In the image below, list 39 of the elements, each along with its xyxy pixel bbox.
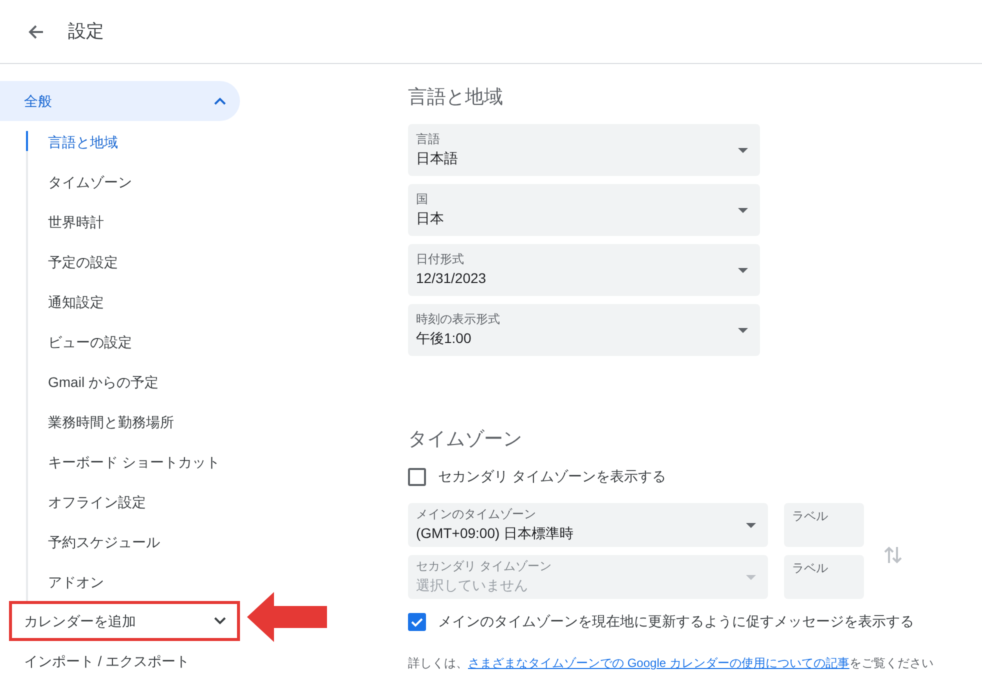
select-field[interactable]: メインのタイムゾーン (GMT+09:00) 日本標準時	[408, 503, 768, 547]
dropdown-arrow-icon	[738, 148, 748, 152]
sidebar-subitem[interactable]: オフライン設定	[26, 481, 240, 521]
help-link[interactable]: さまざまなタイムゾーンでの Google カレンダーの使用についての記事	[468, 656, 850, 670]
sidebar-subitem[interactable]: 予定の設定	[26, 241, 240, 281]
sidebar-subitem[interactable]: 予約スケジュール	[26, 521, 240, 561]
sidebar-subitem[interactable]: 世界時計	[26, 201, 240, 241]
sidebar-item[interactable]: インポート / エクスポート	[0, 641, 240, 681]
select-field[interactable]: 時刻の表示形式 午後1:00	[408, 304, 760, 356]
checkbox[interactable]	[408, 612, 426, 630]
page-title: 設定	[68, 20, 104, 43]
chevron-up-icon	[214, 97, 226, 105]
sidebar-subitem[interactable]: キーボード ショートカット	[26, 441, 240, 481]
dropdown-arrow-icon	[738, 268, 748, 272]
checkbox[interactable]	[408, 468, 426, 486]
sidebar-subitem[interactable]: ビューの設定	[26, 321, 240, 361]
checkbox-label: セカンダリ タイムゾーンを表示する	[438, 467, 666, 486]
sidebar-subitem[interactable]: 通知設定	[26, 281, 240, 321]
sidebar-subitem[interactable]: タイムゾーン	[26, 161, 240, 201]
select-field[interactable]: 日付形式 12/31/2023	[408, 244, 760, 296]
dropdown-arrow-icon	[746, 574, 756, 580]
sidebar-item[interactable]: 全般	[0, 81, 240, 121]
back-arrow-icon	[28, 24, 44, 40]
select-field: セカンダリ タイムゾーン 選択していません	[408, 555, 768, 599]
sidebar-subitem[interactable]: アドオン	[26, 561, 240, 601]
select-field[interactable]: 国 日本	[408, 184, 760, 236]
sidebar-subitem[interactable]: 業務時間と勤務場所	[26, 401, 240, 441]
dropdown-arrow-icon	[746, 522, 756, 528]
section-heading: 言語と地域	[408, 86, 504, 110]
select-field[interactable]: 言語 日本語	[408, 124, 760, 176]
checkbox-label: メインのタイムゾーンを現在地に更新するように促すメッセージを表示する	[438, 612, 914, 631]
help-text: 詳しくは、さまざまなタイムゾーンでの Google カレンダーの使用についての記事をご覧ください	[408, 655, 934, 672]
sidebar-subitem[interactable]: 言語と地域	[26, 131, 240, 151]
dropdown-arrow-icon	[738, 328, 748, 332]
dropdown-arrow-icon	[738, 208, 748, 212]
sidebar-subitem[interactable]: Gmail からの予定	[26, 361, 240, 401]
label-field[interactable]: ラベル	[784, 503, 864, 547]
section-heading: タイムゾーン	[408, 428, 523, 452]
chevron-down-icon	[214, 617, 226, 625]
